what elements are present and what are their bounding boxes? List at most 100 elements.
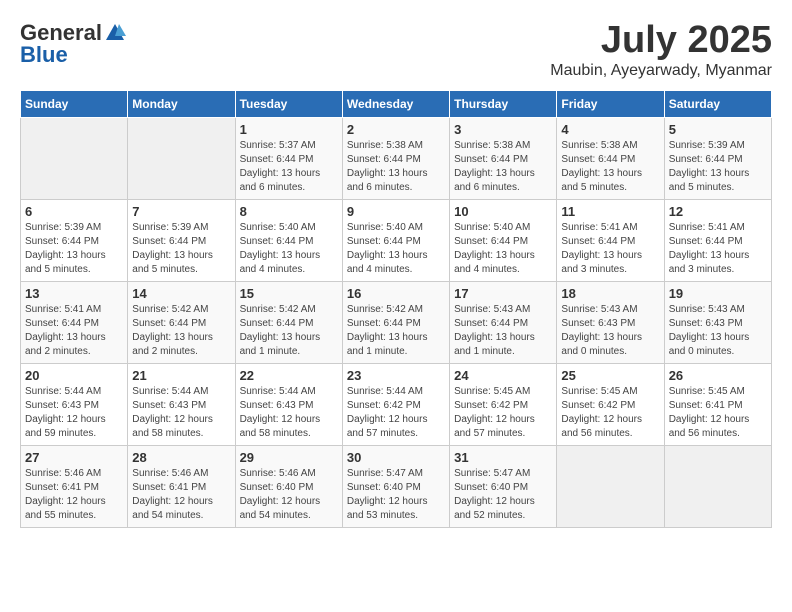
calendar-cell: 22 Sunrise: 5:44 AM Sunset: 6:43 PM Dayli…	[235, 363, 342, 445]
day-header-saturday: Saturday	[664, 90, 771, 117]
day-header-tuesday: Tuesday	[235, 90, 342, 117]
logo-blue-text: Blue	[20, 42, 68, 68]
day-info: Sunrise: 5:39 AM Sunset: 6:44 PM Dayligh…	[25, 221, 123, 277]
day-number: 6	[25, 204, 123, 219]
day-info: Sunrise: 5:38 AM Sunset: 6:44 PM Dayligh…	[454, 139, 552, 195]
logo-icon	[104, 22, 126, 44]
week-row-1: 1 Sunrise: 5:37 AM Sunset: 6:44 PM Daylig…	[21, 117, 772, 199]
day-info: Sunrise: 5:45 AM Sunset: 6:42 PM Dayligh…	[454, 385, 552, 441]
calendar-cell: 10Sunrise: 5:40 AM Sunset: 6:44 PM Dayli…	[450, 199, 557, 281]
day-number: 24	[454, 368, 552, 383]
calendar-cell: 12Sunrise: 5:41 AM Sunset: 6:44 PM Dayli…	[664, 199, 771, 281]
day-info: Sunrise: 5:39 AM Sunset: 6:44 PM Dayligh…	[132, 221, 230, 277]
day-info: Sunrise: 5:45 AM Sunset: 6:41 PM Dayligh…	[669, 385, 767, 441]
day-number: 14	[132, 286, 230, 301]
day-number: 11	[561, 204, 659, 219]
day-number: 21	[132, 368, 230, 383]
day-info: Sunrise: 5:42 AM Sunset: 6:44 PM Dayligh…	[132, 303, 230, 359]
calendar-cell: 3 Sunrise: 5:38 AM Sunset: 6:44 PM Daylig…	[450, 117, 557, 199]
calendar-cell: 27 Sunrise: 5:46 AM Sunset: 6:41 PM Dayli…	[21, 445, 128, 527]
calendar-cell: 19Sunrise: 5:43 AM Sunset: 6:43 PM Dayli…	[664, 281, 771, 363]
calendar-cell: 20 Sunrise: 5:44 AM Sunset: 6:43 PM Dayli…	[21, 363, 128, 445]
day-info: Sunrise: 5:41 AM Sunset: 6:44 PM Dayligh…	[669, 221, 767, 277]
calendar-cell: 9 Sunrise: 5:40 AM Sunset: 6:44 PM Daylig…	[342, 199, 449, 281]
day-number: 28	[132, 450, 230, 465]
day-number: 9	[347, 204, 445, 219]
calendar-cell: 25Sunrise: 5:45 AM Sunset: 6:42 PM Dayli…	[557, 363, 664, 445]
day-info: Sunrise: 5:37 AM Sunset: 6:44 PM Dayligh…	[240, 139, 338, 195]
calendar-cell: 1 Sunrise: 5:37 AM Sunset: 6:44 PM Daylig…	[235, 117, 342, 199]
day-number: 4	[561, 122, 659, 137]
calendar-cell: 2 Sunrise: 5:38 AM Sunset: 6:44 PM Daylig…	[342, 117, 449, 199]
page-header: General Blue July 2025 Maubin, Ayeyarwad…	[20, 20, 772, 80]
day-number: 31	[454, 450, 552, 465]
day-number: 29	[240, 450, 338, 465]
calendar-cell: 21Sunrise: 5:44 AM Sunset: 6:43 PM Dayli…	[128, 363, 235, 445]
day-number: 17	[454, 286, 552, 301]
calendar-cell: 17Sunrise: 5:43 AM Sunset: 6:44 PM Dayli…	[450, 281, 557, 363]
title-area: July 2025 Maubin, Ayeyarwady, Myanmar	[550, 20, 772, 80]
day-info: Sunrise: 5:40 AM Sunset: 6:44 PM Dayligh…	[347, 221, 445, 277]
day-number: 20	[25, 368, 123, 383]
day-info: Sunrise: 5:47 AM Sunset: 6:40 PM Dayligh…	[347, 467, 445, 523]
calendar-cell: 11 Sunrise: 5:41 AM Sunset: 6:44 PM Dayli…	[557, 199, 664, 281]
calendar-cell: 26 Sunrise: 5:45 AM Sunset: 6:41 PM Dayli…	[664, 363, 771, 445]
header-row: SundayMondayTuesdayWednesdayThursdayFrid…	[21, 90, 772, 117]
calendar-cell: 14 Sunrise: 5:42 AM Sunset: 6:44 PM Dayli…	[128, 281, 235, 363]
calendar-header: SundayMondayTuesdayWednesdayThursdayFrid…	[21, 90, 772, 117]
location-subtitle: Maubin, Ayeyarwady, Myanmar	[550, 62, 772, 80]
day-number: 7	[132, 204, 230, 219]
calendar-table: SundayMondayTuesdayWednesdayThursdayFrid…	[20, 90, 772, 528]
main-title: July 2025	[550, 20, 772, 62]
day-info: Sunrise: 5:41 AM Sunset: 6:44 PM Dayligh…	[561, 221, 659, 277]
day-info: Sunrise: 5:47 AM Sunset: 6:40 PM Dayligh…	[454, 467, 552, 523]
day-number: 30	[347, 450, 445, 465]
day-number: 8	[240, 204, 338, 219]
calendar-cell: 16 Sunrise: 5:42 AM Sunset: 6:44 PM Dayli…	[342, 281, 449, 363]
day-number: 5	[669, 122, 767, 137]
week-row-2: 6 Sunrise: 5:39 AM Sunset: 6:44 PM Daylig…	[21, 199, 772, 281]
calendar-cell	[21, 117, 128, 199]
day-header-monday: Monday	[128, 90, 235, 117]
day-info: Sunrise: 5:43 AM Sunset: 6:43 PM Dayligh…	[561, 303, 659, 359]
day-number: 27	[25, 450, 123, 465]
calendar-cell: 23 Sunrise: 5:44 AM Sunset: 6:42 PM Dayli…	[342, 363, 449, 445]
day-header-sunday: Sunday	[21, 90, 128, 117]
calendar-cell: 28Sunrise: 5:46 AM Sunset: 6:41 PM Dayli…	[128, 445, 235, 527]
day-number: 16	[347, 286, 445, 301]
day-header-wednesday: Wednesday	[342, 90, 449, 117]
day-number: 22	[240, 368, 338, 383]
day-info: Sunrise: 5:44 AM Sunset: 6:42 PM Dayligh…	[347, 385, 445, 441]
calendar-cell	[557, 445, 664, 527]
day-number: 1	[240, 122, 338, 137]
day-number: 13	[25, 286, 123, 301]
day-info: Sunrise: 5:38 AM Sunset: 6:44 PM Dayligh…	[561, 139, 659, 195]
calendar-cell: 6 Sunrise: 5:39 AM Sunset: 6:44 PM Daylig…	[21, 199, 128, 281]
calendar-cell: 30 Sunrise: 5:47 AM Sunset: 6:40 PM Dayli…	[342, 445, 449, 527]
day-info: Sunrise: 5:44 AM Sunset: 6:43 PM Dayligh…	[25, 385, 123, 441]
day-info: Sunrise: 5:44 AM Sunset: 6:43 PM Dayligh…	[240, 385, 338, 441]
calendar-cell: 18 Sunrise: 5:43 AM Sunset: 6:43 PM Dayli…	[557, 281, 664, 363]
day-header-thursday: Thursday	[450, 90, 557, 117]
day-number: 3	[454, 122, 552, 137]
week-row-4: 20 Sunrise: 5:44 AM Sunset: 6:43 PM Dayli…	[21, 363, 772, 445]
day-number: 18	[561, 286, 659, 301]
day-number: 23	[347, 368, 445, 383]
week-row-3: 13Sunrise: 5:41 AM Sunset: 6:44 PM Dayli…	[21, 281, 772, 363]
day-number: 2	[347, 122, 445, 137]
day-info: Sunrise: 5:45 AM Sunset: 6:42 PM Dayligh…	[561, 385, 659, 441]
calendar-cell	[664, 445, 771, 527]
day-info: Sunrise: 5:42 AM Sunset: 6:44 PM Dayligh…	[347, 303, 445, 359]
day-info: Sunrise: 5:43 AM Sunset: 6:43 PM Dayligh…	[669, 303, 767, 359]
day-info: Sunrise: 5:42 AM Sunset: 6:44 PM Dayligh…	[240, 303, 338, 359]
day-info: Sunrise: 5:46 AM Sunset: 6:40 PM Dayligh…	[240, 467, 338, 523]
day-number: 10	[454, 204, 552, 219]
calendar-cell: 4 Sunrise: 5:38 AM Sunset: 6:44 PM Daylig…	[557, 117, 664, 199]
day-info: Sunrise: 5:46 AM Sunset: 6:41 PM Dayligh…	[25, 467, 123, 523]
calendar-cell: 7 Sunrise: 5:39 AM Sunset: 6:44 PM Daylig…	[128, 199, 235, 281]
day-number: 26	[669, 368, 767, 383]
calendar-body: 1 Sunrise: 5:37 AM Sunset: 6:44 PM Daylig…	[21, 117, 772, 527]
week-row-5: 27 Sunrise: 5:46 AM Sunset: 6:41 PM Dayli…	[21, 445, 772, 527]
calendar-cell	[128, 117, 235, 199]
day-info: Sunrise: 5:38 AM Sunset: 6:44 PM Dayligh…	[347, 139, 445, 195]
